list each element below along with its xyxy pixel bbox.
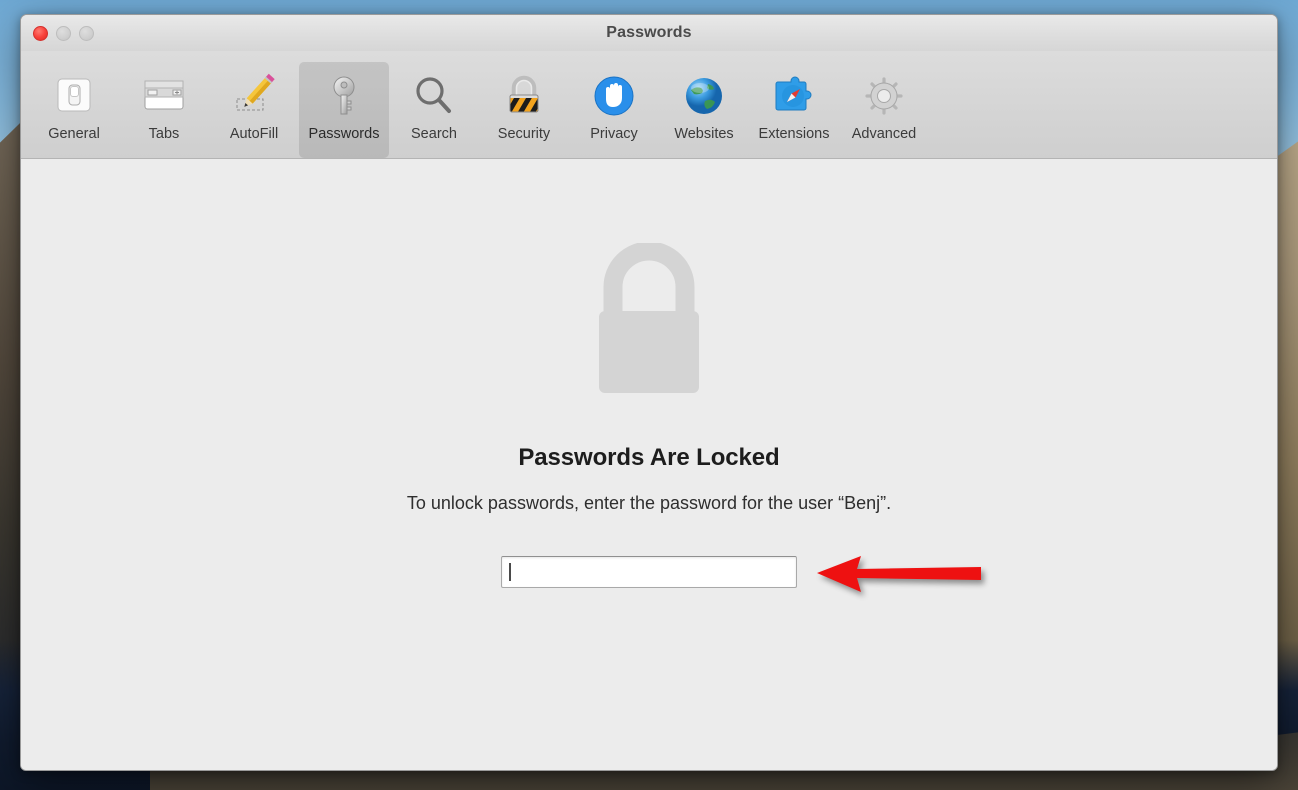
page-subtitle: To unlock passwords, enter the password …	[406, 493, 892, 513]
toolbar-label-general: General	[48, 126, 100, 142]
toolbar-label-tabs: Tabs	[148, 126, 180, 142]
preferences-toolbar: General Tabs AutoFill Passwords Search S…	[21, 51, 1277, 159]
toolbar-item-general[interactable]: General	[29, 62, 119, 158]
page-title: Passwords Are Locked	[518, 444, 780, 471]
toolbar-item-extensions[interactable]: Extensions	[749, 62, 839, 158]
toolbar-label-autofill: AutoFill	[229, 126, 279, 142]
toolbar-label-security: Security	[497, 126, 551, 142]
toolbar-label-privacy: Privacy	[590, 126, 638, 142]
gear-icon	[860, 72, 908, 120]
tabs-icon	[140, 72, 188, 120]
pencil-icon	[230, 72, 278, 120]
red-left-arrow-annotation	[817, 556, 981, 593]
toolbar-item-security[interactable]: Security	[479, 62, 569, 158]
toolbar-item-search[interactable]: Search	[389, 62, 479, 158]
toolbar-item-tabs[interactable]: Tabs	[119, 62, 209, 158]
password-input[interactable]	[501, 556, 797, 589]
toolbar-label-extensions: Extensions	[758, 126, 830, 142]
padlock-hazard-icon	[500, 72, 548, 120]
hand-icon	[590, 72, 638, 120]
toolbar-label-websites: Websites	[674, 126, 734, 142]
large-lock-icon	[587, 241, 711, 400]
globe-icon	[680, 72, 728, 120]
key-icon	[320, 72, 368, 120]
password-field-row	[21, 556, 1277, 593]
toolbar-item-passwords[interactable]: Passwords	[299, 62, 389, 158]
toolbar-label-search: Search	[411, 126, 457, 142]
puzzle-compass-icon	[770, 72, 818, 120]
window-title: Passwords	[606, 24, 692, 41]
toolbar-label-passwords: Passwords	[308, 126, 380, 142]
preferences-window: Passwords General Tabs AutoFill Password…	[20, 14, 1278, 771]
magnifier-icon	[410, 72, 458, 120]
switch-icon	[50, 72, 98, 120]
toolbar-item-privacy[interactable]: Privacy	[569, 62, 659, 158]
toolbar-item-websites[interactable]: Websites	[659, 62, 749, 158]
toolbar-label-advanced: Advanced	[851, 126, 917, 142]
text-caret	[509, 563, 511, 582]
desktop-wallpaper: Passwords General Tabs AutoFill Password…	[0, 0, 1298, 790]
window-titlebar: Passwords	[21, 15, 1277, 51]
toolbar-item-autofill[interactable]: AutoFill	[209, 62, 299, 158]
passwords-pane: Passwords Are Locked To unlock passwords…	[21, 159, 1277, 770]
toolbar-item-advanced[interactable]: Advanced	[839, 62, 929, 158]
